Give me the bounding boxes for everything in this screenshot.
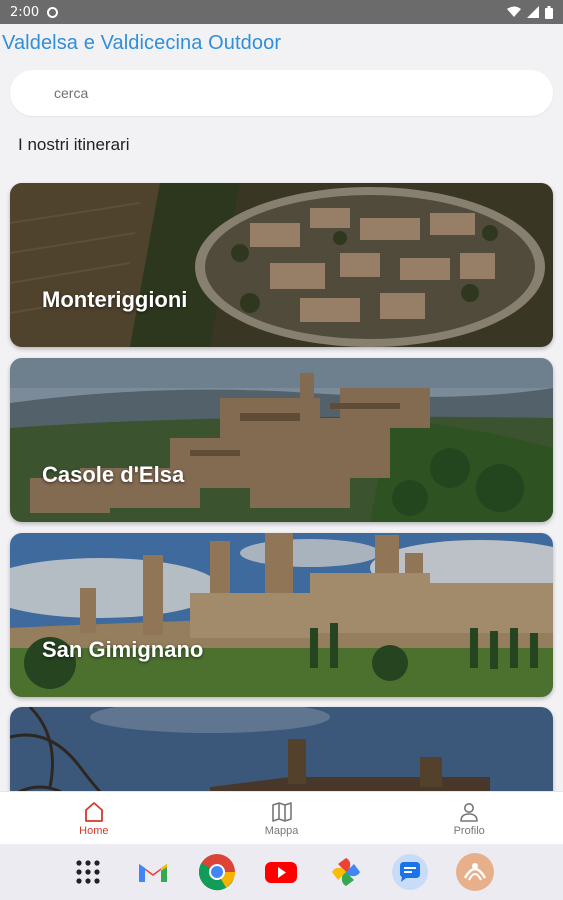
app-drawer-icon[interactable] [68,852,108,892]
signal-icon [527,6,539,18]
itinerary-card-casole[interactable]: Casole d'Elsa [10,358,553,522]
monteriggioni-image [10,183,553,347]
nav-home-label: Home [79,824,109,837]
photos-icon[interactable] [326,852,366,892]
status-time: 2:00 [10,4,40,20]
itinerary-title: Casole d'Elsa [42,462,185,487]
nav-home[interactable]: Home [0,792,188,844]
status-bar: 2:00 [0,0,563,24]
san-gimignano-image [10,533,553,697]
nav-map[interactable]: Mappa [188,792,376,844]
itinerary-title: Monteriggioni [42,287,188,312]
search-bar[interactable] [10,70,553,116]
battery-icon [545,5,553,19]
search-input[interactable] [54,85,514,101]
casole-image [10,358,553,522]
bottom-navigation: Home Mappa Profilo [0,791,563,844]
nav-profile-label: Profilo [453,824,485,837]
itinerary-title: San Gimignano [42,637,204,662]
itinerary-card-san-gimignano[interactable]: San Gimignano [10,533,553,697]
section-title: I nostri itinerari [18,135,130,154]
chrome-icon[interactable] [197,852,237,892]
status-icons [507,5,553,19]
notification-icon [47,6,59,18]
system-dock [0,844,563,900]
app-title: Valdelsa e Valdicecina Outdoor [2,32,282,54]
nav-map-label: Mappa [264,824,299,837]
home-icon [84,801,103,822]
user-icon [460,802,478,822]
custom-app-icon[interactable] [455,852,495,892]
youtube-icon[interactable] [261,852,301,892]
nav-profile[interactable]: Profilo [375,792,563,844]
map-icon [271,801,292,822]
wifi-icon [507,6,521,17]
messages-icon[interactable] [390,852,430,892]
gmail-icon[interactable] [133,852,173,892]
itinerary-card-monteriggioni[interactable]: Monteriggioni [10,183,553,347]
